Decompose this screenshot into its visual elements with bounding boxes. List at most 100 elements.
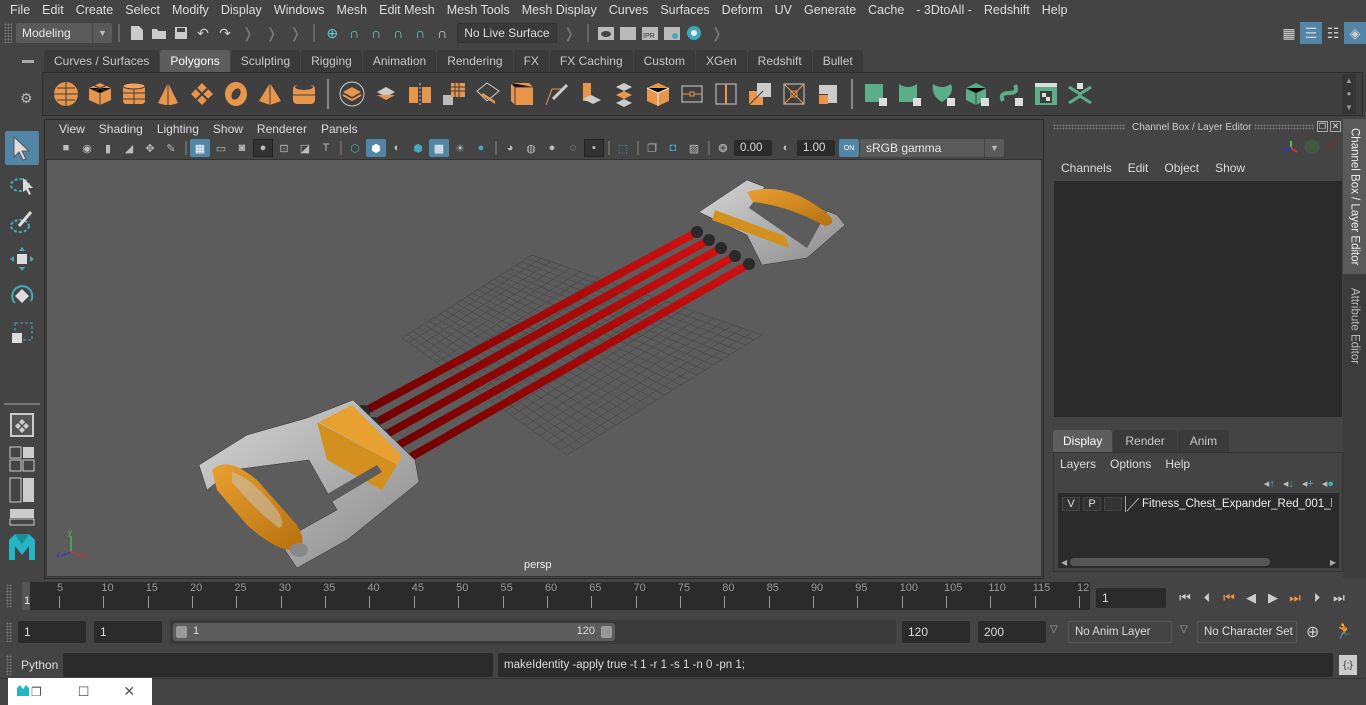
snap-point-icon[interactable]: ∩ bbox=[365, 22, 387, 44]
mode-selector[interactable]: Modeling ▼ bbox=[16, 23, 112, 43]
shelf-tab-animation[interactable]: Animation bbox=[362, 50, 437, 72]
exposure-field[interactable]: 0.00 bbox=[734, 140, 772, 156]
float-panel-icon[interactable]: ❐ bbox=[1317, 121, 1328, 132]
time-slider[interactable]: 1 5 10 15 20 25 30 35 40 45 50 55 60 65 70 75 80 85 90 95 1… bbox=[22, 582, 1090, 610]
close-icon[interactable]: ✕ bbox=[1330, 121, 1341, 132]
use-all-lights-icon[interactable]: ☀ bbox=[450, 139, 470, 157]
smooth-shade-icon[interactable]: ⬢ bbox=[366, 139, 386, 157]
menu-create[interactable]: Create bbox=[70, 3, 120, 17]
shelf-tab-redshift[interactable]: Redshift bbox=[747, 50, 812, 72]
separate-icon[interactable] bbox=[369, 77, 403, 111]
exposure-icon[interactable]: ❂ bbox=[713, 139, 733, 157]
shelf-scrollbar[interactable]: ▲ ● ▼ bbox=[1342, 74, 1356, 114]
single-perspective-layout-icon[interactable] bbox=[5, 408, 39, 442]
layer-name[interactable]: Fitness_Chest_Expander_Red_001_lay bbox=[1142, 498, 1332, 510]
depth-of-field-icon[interactable]: ◌ bbox=[563, 139, 583, 157]
step-back-frame-icon[interactable]: ⏴ bbox=[1198, 589, 1216, 607]
multisample-aa-icon[interactable]: ● bbox=[542, 139, 562, 157]
grip-handle[interactable] bbox=[4, 23, 12, 43]
camera-attributes-icon[interactable]: ◉ bbox=[77, 139, 97, 157]
step-back-key-icon[interactable]: ⏮ bbox=[1220, 589, 1238, 607]
grip-handle[interactable] bbox=[1053, 124, 1125, 130]
uv-spherical-icon[interactable] bbox=[927, 77, 961, 111]
grip-handle[interactable] bbox=[1254, 124, 1314, 130]
make-live-icon[interactable]: ∩ bbox=[431, 22, 453, 44]
shelf-tab-fx[interactable]: FX bbox=[513, 50, 549, 72]
menu-edit-mesh[interactable]: Edit Mesh bbox=[373, 3, 441, 17]
side-tab-channel-box[interactable]: Channel Box / Layer Editor bbox=[1343, 119, 1366, 274]
maximize-icon[interactable]: ☐ bbox=[78, 684, 90, 700]
anim-layer-dropdown[interactable]: No Anim Layer bbox=[1068, 621, 1172, 643]
shelf-settings-gear-icon[interactable]: ⚙ bbox=[20, 90, 33, 107]
menu-curves[interactable]: Curves bbox=[603, 3, 655, 17]
collapse-icon[interactable]: ❭ bbox=[242, 25, 254, 42]
layer-playback-toggle[interactable]: P bbox=[1083, 497, 1101, 511]
persp-graph-layout-icon[interactable] bbox=[5, 507, 39, 527]
layer-tab-anim[interactable]: Anim bbox=[1177, 430, 1230, 452]
menu-surfaces[interactable]: Surfaces bbox=[654, 3, 715, 17]
channel-box-toggle-icon[interactable]: ◈ bbox=[1344, 22, 1366, 44]
anim-layer-dropdown-icon[interactable]: ▽ bbox=[1050, 624, 1058, 635]
motion-blur-icon[interactable]: ◍ bbox=[521, 139, 541, 157]
new-layer-from-selected-icon[interactable]: ◂● bbox=[1322, 477, 1334, 490]
film-gate-icon[interactable]: ▭ bbox=[211, 139, 231, 157]
outliner-persp-layout-icon[interactable] bbox=[5, 476, 39, 504]
uv-layout-icon[interactable] bbox=[1063, 77, 1097, 111]
use-default-material-icon[interactable]: ◐ bbox=[387, 139, 407, 157]
current-frame-field[interactable]: 1 bbox=[1096, 588, 1166, 608]
shelf-menu-icon[interactable] bbox=[22, 60, 34, 63]
shelf-tab-rendering[interactable]: Rendering bbox=[437, 50, 513, 72]
character-set-dropdown-icon[interactable]: ▽ bbox=[1180, 624, 1188, 635]
poly-torus-icon[interactable] bbox=[219, 77, 253, 111]
save-scene-icon[interactable] bbox=[170, 22, 192, 44]
move-layer-down-icon[interactable]: ◂↓ bbox=[1283, 477, 1294, 490]
channel-menu-object[interactable]: Object bbox=[1156, 161, 1207, 175]
multi-cut-icon[interactable] bbox=[539, 77, 573, 111]
layer-h-scrollbar[interactable]: ◀ ▶ bbox=[1058, 556, 1339, 568]
color-management-toggle[interactable]: ON bbox=[839, 139, 859, 157]
3d-viewport[interactable]: y x z persp bbox=[46, 159, 1042, 577]
grid-toggle-icon[interactable]: ▦ bbox=[190, 139, 210, 157]
2d-pan-zoom-icon[interactable]: ✥ bbox=[140, 139, 160, 157]
target-weld-icon[interactable] bbox=[777, 77, 811, 111]
menu-mesh-tools[interactable]: Mesh Tools bbox=[441, 3, 516, 17]
menu-display[interactable]: Display bbox=[215, 3, 268, 17]
new-scene-icon[interactable] bbox=[126, 22, 148, 44]
shelf-tab-bullet[interactable]: Bullet bbox=[812, 50, 863, 72]
channel-list[interactable] bbox=[1054, 181, 1342, 417]
resolution-gate-icon[interactable]: ◙ bbox=[232, 139, 252, 157]
live-surface-field[interactable]: No Live Surface bbox=[457, 23, 558, 43]
playback-end-field[interactable]: 120 bbox=[902, 621, 970, 643]
image-plane-icon[interactable]: ◢ bbox=[119, 139, 139, 157]
safe-title-icon[interactable]: T bbox=[316, 139, 336, 157]
scale-tool-icon[interactable] bbox=[5, 316, 39, 350]
mirror-icon[interactable] bbox=[403, 77, 437, 111]
menu-3dtoall[interactable]: - 3DtoAll - bbox=[910, 3, 978, 17]
rotate-tool-icon[interactable] bbox=[5, 279, 39, 313]
play-backward-icon[interactable]: ◀ bbox=[1242, 589, 1260, 607]
bevel-icon[interactable] bbox=[505, 77, 539, 111]
lasso-tool-icon[interactable] bbox=[5, 168, 39, 202]
color-space-dropdown[interactable]: sRGB gamma ▼ bbox=[860, 139, 1004, 157]
play-forward-icon[interactable]: ▶ bbox=[1264, 589, 1282, 607]
shelf-tab-fx-caching[interactable]: FX Caching bbox=[549, 50, 633, 72]
layer-menu-layers[interactable]: Layers bbox=[1060, 457, 1110, 471]
render-settings-icon[interactable] bbox=[661, 22, 683, 44]
side-tab-attribute-editor[interactable]: Attribute Editor bbox=[1343, 279, 1366, 374]
menu-cache[interactable]: Cache bbox=[862, 3, 910, 17]
gamma-icon[interactable]: ◐ bbox=[776, 139, 796, 157]
grip-handle[interactable] bbox=[6, 584, 12, 608]
select-tool-icon[interactable] bbox=[5, 131, 39, 165]
fill-hole-icon[interactable] bbox=[811, 77, 845, 111]
layer-tab-render[interactable]: Render bbox=[1113, 430, 1177, 452]
scroll-down-icon[interactable]: ▼ bbox=[1345, 103, 1353, 112]
menu-modify[interactable]: Modify bbox=[166, 3, 215, 17]
poly-pipe-icon[interactable] bbox=[287, 77, 321, 111]
snap-projected-center-icon[interactable]: ∩ bbox=[387, 22, 409, 44]
channel-menu-edit[interactable]: Edit bbox=[1120, 161, 1157, 175]
end-time-field[interactable]: 200 bbox=[978, 621, 1046, 643]
shelf-tab-xgen[interactable]: XGen bbox=[695, 50, 747, 72]
layer-color-swatch[interactable] bbox=[1125, 496, 1140, 512]
render-view-icon[interactable] bbox=[595, 22, 617, 44]
speed-icon[interactable] bbox=[1305, 140, 1319, 154]
